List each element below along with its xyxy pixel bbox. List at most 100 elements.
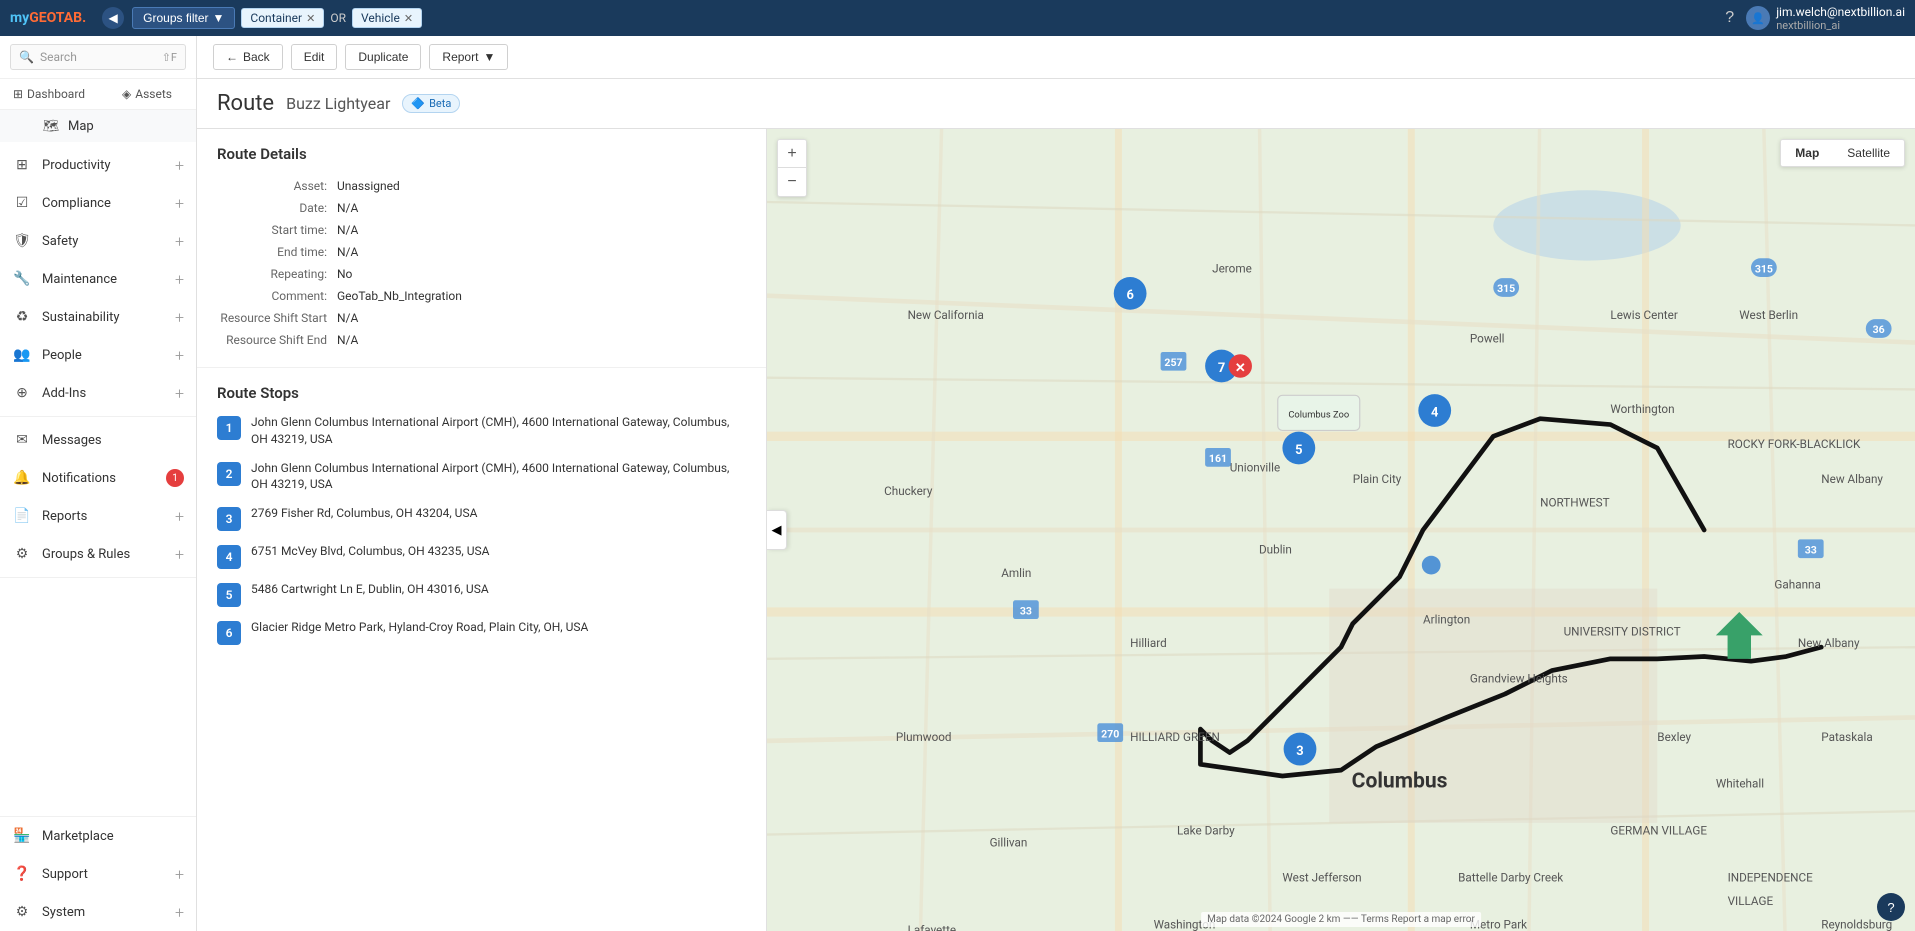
reports-plus-icon[interactable]: + xyxy=(175,507,184,526)
map-icon: 🗺 xyxy=(42,117,60,135)
people-plus-icon[interactable]: + xyxy=(175,346,184,365)
sidebar-item-productivity[interactable]: ⊞ Productivity + xyxy=(0,146,196,184)
groups-rules-plus-icon[interactable]: + xyxy=(175,545,184,564)
page-title: Route xyxy=(217,91,274,116)
search-icon: 🔍 xyxy=(19,50,34,64)
svg-text:Jerome: Jerome xyxy=(1212,261,1252,275)
back-button[interactable]: ← Back xyxy=(213,44,283,70)
stops-list: 1 John Glenn Columbus International Airp… xyxy=(217,414,746,645)
svg-text:Battelle Darby Creek: Battelle Darby Creek xyxy=(1458,870,1563,884)
zoom-out-button[interactable]: − xyxy=(778,168,806,196)
vehicle-filter-close-icon[interactable]: ✕ xyxy=(404,12,413,25)
svg-text:Plain City: Plain City xyxy=(1353,472,1402,486)
maintenance-plus-icon[interactable]: + xyxy=(175,270,184,289)
sidebar-search-container: 🔍 Search ⇧F xyxy=(0,36,196,79)
sidebar-item-notifications[interactable]: 🔔 Notifications 1 xyxy=(0,459,196,497)
sidebar-item-map[interactable]: 🗺 Map xyxy=(0,110,196,142)
sidebar-collapse-button[interactable]: ◀ xyxy=(102,7,124,29)
productivity-plus-icon[interactable]: + xyxy=(175,156,184,175)
field-value: GeoTab_Nb_Integration xyxy=(337,285,746,307)
svg-text:33: 33 xyxy=(1020,604,1032,617)
svg-text:315: 315 xyxy=(1497,282,1515,295)
map-help-button[interactable]: ? xyxy=(1877,893,1905,921)
sidebar-item-safety[interactable]: 🛡 Safety + xyxy=(0,222,196,260)
maintenance-label: Maintenance xyxy=(42,272,175,287)
people-label: People xyxy=(42,348,175,363)
field-value: N/A xyxy=(337,329,746,351)
svg-text:Chuckery: Chuckery xyxy=(884,484,933,498)
help-button[interactable]: ? xyxy=(1725,9,1734,27)
svg-text:6: 6 xyxy=(1126,288,1133,303)
field-value: No xyxy=(337,263,746,285)
sidebar-item-reports[interactable]: 📄 Reports + xyxy=(0,497,196,535)
list-item: 6 Glacier Ridge Metro Park, Hyland-Croy … xyxy=(217,619,746,645)
edit-button[interactable]: Edit xyxy=(291,44,338,70)
search-input[interactable]: 🔍 Search ⇧F xyxy=(10,44,186,70)
add-ins-plus-icon[interactable]: + xyxy=(175,384,184,403)
content-toolbar: ← Back Edit Duplicate Report ▼ xyxy=(197,36,1915,79)
svg-text:270: 270 xyxy=(1101,727,1119,740)
vehicle-filter-label: Vehicle xyxy=(361,11,400,25)
svg-text:257: 257 xyxy=(1164,356,1182,369)
groups-filter-chevron-icon: ▼ xyxy=(213,11,225,25)
sidebar-item-compliance[interactable]: ☑ Compliance + xyxy=(0,184,196,222)
route-name: Buzz Lightyear xyxy=(286,94,390,113)
container-filter-label: Container xyxy=(250,11,302,25)
support-plus-icon[interactable]: + xyxy=(175,865,184,884)
svg-text:Lake Darby: Lake Darby xyxy=(1177,824,1235,838)
safety-plus-icon[interactable]: + xyxy=(175,232,184,251)
dashboard-button[interactable]: ⊞ Dashboard xyxy=(0,79,98,109)
svg-text:ROCKY FORK-BLACKLICK: ROCKY FORK-BLACKLICK xyxy=(1728,437,1861,451)
map-container[interactable]: 6 7 ✕ 4 5 xyxy=(767,129,1915,931)
groups-filter-button[interactable]: Groups filter ▼ xyxy=(132,7,235,29)
duplicate-button[interactable]: Duplicate xyxy=(345,44,421,70)
sidebar-item-messages[interactable]: ✉ Messages xyxy=(0,421,196,459)
messages-label: Messages xyxy=(42,433,184,448)
sidebar-item-system[interactable]: ⚙ System + xyxy=(0,893,196,931)
collapse-panel-button[interactable]: ◀ xyxy=(767,510,787,550)
user-email: jim.welch@nextbillion.ai xyxy=(1776,5,1905,19)
field-label: Comment: xyxy=(217,285,337,307)
sidebar-item-marketplace[interactable]: 🏪 Marketplace xyxy=(0,817,196,855)
assets-button[interactable]: ◈ Assets xyxy=(98,79,196,109)
sidebar-item-sustainability[interactable]: ♻ Sustainability + xyxy=(0,298,196,336)
people-icon: 👥 xyxy=(12,345,32,365)
groups-rules-label: Groups & Rules xyxy=(42,547,175,562)
sidebar-item-maintenance[interactable]: 🔧 Maintenance + xyxy=(0,260,196,298)
content-area: ← Back Edit Duplicate Report ▼ Route Buz… xyxy=(197,36,1915,931)
svg-text:Gillivan: Gillivan xyxy=(990,835,1028,849)
svg-text:36: 36 xyxy=(1873,323,1885,336)
logo-dot: . xyxy=(82,10,86,26)
sidebar-item-add-ins[interactable]: ⊕ Add-Ins + xyxy=(0,374,196,412)
reports-label: Reports xyxy=(42,509,175,524)
stop-address: John Glenn Columbus International Airpor… xyxy=(251,414,746,448)
sidebar-item-groups-rules[interactable]: ⚙ Groups & Rules + xyxy=(0,535,196,573)
field-label: Resource Shift End xyxy=(217,329,337,351)
zoom-in-button[interactable]: + xyxy=(778,140,806,168)
table-row: Repeating: No xyxy=(217,263,746,285)
satellite-view-button[interactable]: Satellite xyxy=(1833,140,1904,166)
report-button[interactable]: Report ▼ xyxy=(429,44,508,70)
svg-text:Worthington: Worthington xyxy=(1610,402,1674,416)
dashboard-assets-row: ⊞ Dashboard ◈ Assets xyxy=(0,79,196,110)
container-filter-close-icon[interactable]: ✕ xyxy=(306,12,315,25)
system-plus-icon[interactable]: + xyxy=(175,903,184,922)
map-zoom-controls: + − xyxy=(777,139,807,197)
logo-geotab: GEOTAB xyxy=(29,10,82,26)
compliance-label: Compliance xyxy=(42,196,175,211)
sustainability-plus-icon[interactable]: + xyxy=(175,308,184,327)
sidebar-item-people[interactable]: 👥 People + xyxy=(0,336,196,374)
svg-text:INDEPENDENCE: INDEPENDENCE xyxy=(1728,870,1814,884)
field-label: Resource Shift Start xyxy=(217,307,337,329)
report-chevron-icon: ▼ xyxy=(483,50,495,64)
map-satellite-toggle: Map Satellite xyxy=(1780,139,1905,167)
sidebar-item-support[interactable]: ❓ Support + xyxy=(0,855,196,893)
map-view-button[interactable]: Map xyxy=(1781,140,1833,166)
back-arrow-icon: ← xyxy=(226,50,238,64)
app-logo: myGEOTAB. xyxy=(10,10,86,26)
groups-filter-label: Groups filter xyxy=(143,11,208,25)
compliance-plus-icon[interactable]: + xyxy=(175,194,184,213)
svg-text:Lewis Center: Lewis Center xyxy=(1610,308,1677,322)
stop-address: Glacier Ridge Metro Park, Hyland-Croy Ro… xyxy=(251,619,588,636)
svg-text:Dublin: Dublin xyxy=(1259,542,1292,556)
